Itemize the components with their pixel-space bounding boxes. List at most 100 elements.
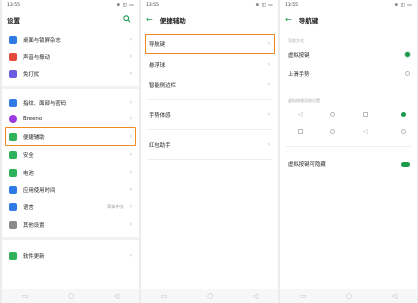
radio-unselected-icon[interactable]: [405, 71, 410, 76]
shield-icon: [9, 151, 17, 159]
option-hideable-keys[interactable]: 虚拟按键可隐藏: [280, 157, 417, 171]
menu-item-smart-sidebar[interactable]: 智能侧边栏 ›: [141, 75, 278, 95]
accessibility-screen: 13:55 ⊗ ◫ ▭ ← 便捷辅助 导航键 › 悬浮球 › 智能侧边栏 › 手…: [141, 0, 278, 303]
back-arrow-icon[interactable]: ←: [285, 16, 292, 24]
status-time: 13:55: [146, 3, 159, 8]
chevron-right-icon: ›: [129, 53, 132, 60]
settings-item-label: 桌面与锁屏杂志: [23, 38, 61, 44]
settings-item-label: 语言: [23, 205, 34, 211]
wallpaper-icon: [9, 36, 17, 44]
highlight-box: [5, 127, 136, 146]
update-icon: [9, 252, 17, 260]
status-bar: 13:55 ⊗ ◫ ▭: [2, 0, 139, 10]
divider: [286, 146, 411, 147]
settings-item-dnd[interactable]: 免打扰 ›: [2, 67, 139, 81]
status-bar: 13:55 ⊗ ◫ ▭: [280, 0, 417, 10]
home-nav-icon[interactable]: ○: [346, 292, 352, 300]
settings-item-label: Breeno: [23, 116, 43, 122]
status-icons: ⊗ ◫ ▭: [255, 3, 273, 8]
header: ← 导航键: [280, 12, 417, 28]
settings-item-label: 声音与振动: [23, 55, 50, 61]
language-icon: [9, 203, 17, 211]
header: 设置: [2, 12, 139, 28]
menu-item-label: 智能侧边栏: [149, 83, 176, 89]
radio-unselected-icon[interactable]: [401, 129, 406, 134]
settings-item-label: 其他设置: [23, 223, 45, 229]
menu-item-gestures[interactable]: 手势体感 ›: [141, 105, 278, 125]
divider: [147, 159, 272, 160]
moon-icon: [9, 70, 17, 78]
settings-item-update[interactable]: 软件更新 ›: [2, 249, 139, 263]
settings-item-label: 免打扰: [23, 72, 40, 78]
recent-key-icon: [363, 112, 368, 117]
settings-item-wallpaper[interactable]: 桌面与锁屏杂志 ›: [2, 33, 139, 47]
home-key-icon: [330, 112, 335, 117]
page-title: 设置: [7, 17, 20, 25]
menu-item-floating-ball[interactable]: 悬浮球 ›: [141, 55, 278, 75]
divider: [2, 237, 139, 240]
back-nav-icon[interactable]: ◁: [114, 292, 119, 300]
nav-bar: ▭ ○ ◁: [141, 289, 278, 303]
hourglass-icon: [9, 186, 17, 194]
radio-selected-icon[interactable]: [401, 112, 406, 117]
option-label: 虚拟按键: [288, 53, 310, 59]
nav-bar: ▭ ○ ◁: [280, 289, 417, 303]
settings-item-language[interactable]: 语言 简体中文 ›: [2, 200, 139, 214]
menu-item-red-packet[interactable]: 红包助手 ›: [141, 135, 278, 155]
chevron-right-icon: ›: [129, 99, 132, 106]
search-icon[interactable]: [123, 15, 131, 23]
radio-selected-icon[interactable]: [405, 52, 410, 57]
breeno-icon: [9, 115, 17, 123]
settings-item-security-password[interactable]: 指纹、面部与密码 ›: [2, 96, 139, 110]
sound-icon: [9, 53, 17, 61]
language-value: 简体中文: [107, 204, 124, 209]
menu-nav-icon[interactable]: ▭: [300, 292, 307, 300]
settings-item-other[interactable]: 其他设置 ›: [2, 218, 139, 232]
header: ← 便捷辅助: [141, 12, 278, 28]
home-key-icon: [330, 129, 335, 134]
chevron-right-icon: ›: [129, 115, 132, 122]
status-time: 13:55: [285, 3, 298, 8]
settings-item-battery[interactable]: 电池 ›: [2, 166, 139, 180]
menu-item-label: 手势体感: [149, 113, 171, 119]
divider: [147, 99, 272, 100]
menu-nav-icon[interactable]: ▭: [161, 292, 168, 300]
status-time: 13:55: [7, 3, 20, 8]
chevron-right-icon: ›: [129, 151, 132, 158]
chevron-right-icon: ›: [267, 141, 270, 148]
menu-item-label: 红包助手: [149, 143, 171, 149]
page-title: 导航键: [298, 17, 319, 25]
home-nav-icon[interactable]: ○: [207, 292, 213, 300]
settings-item-label: 软件更新: [23, 254, 45, 260]
settings-item-safety[interactable]: 安全 ›: [2, 148, 139, 162]
chevron-right-icon: ›: [267, 111, 270, 118]
settings-screen: 13:55 ⊗ ◫ ▭ 设置 桌面与锁屏杂志 › 声音与振动 › 免打扰 › 指…: [2, 0, 139, 303]
section-label-key-position: 虚拟按键导航位置: [288, 98, 320, 103]
chevron-right-icon: ›: [267, 81, 270, 88]
back-nav-icon[interactable]: ◁: [253, 292, 258, 300]
gear-icon: [9, 221, 17, 229]
highlight-box: [145, 34, 275, 54]
home-nav-icon[interactable]: ○: [68, 292, 74, 300]
settings-item-label: 指纹、面部与密码: [23, 101, 67, 107]
settings-item-label: 安全: [23, 153, 34, 159]
option-swipe-gesture[interactable]: 上滑手势: [280, 67, 417, 81]
menu-item-label: 悬浮球: [149, 63, 166, 69]
settings-item-label: 电池: [23, 171, 34, 177]
chevron-right-icon: ›: [267, 61, 270, 68]
settings-item-breeno[interactable]: Breeno ›: [2, 112, 139, 126]
settings-item-app-usage[interactable]: 应用使用时间 ›: [2, 183, 139, 197]
divider: [2, 86, 139, 89]
navigation-keys-screen: 13:55 ⊗ ◫ ▭ ← 导航键 导航方式 虚拟按键 上滑手势 虚拟按键导航位…: [280, 0, 417, 303]
toggle-switch[interactable]: [401, 162, 410, 167]
back-arrow-icon[interactable]: ←: [146, 16, 153, 24]
back-key-icon: ◁: [298, 111, 303, 118]
option-virtual-keys[interactable]: 虚拟按键: [280, 48, 417, 62]
chevron-right-icon: ›: [129, 36, 132, 43]
page-title: 便捷辅助: [159, 17, 186, 25]
chevron-right-icon: ›: [129, 169, 132, 176]
back-nav-icon[interactable]: ◁: [392, 292, 397, 300]
menu-nav-icon[interactable]: ▭: [22, 292, 29, 300]
settings-item-sound[interactable]: 声音与振动 ›: [2, 50, 139, 64]
option-label: 虚拟按键可隐藏: [288, 162, 326, 168]
